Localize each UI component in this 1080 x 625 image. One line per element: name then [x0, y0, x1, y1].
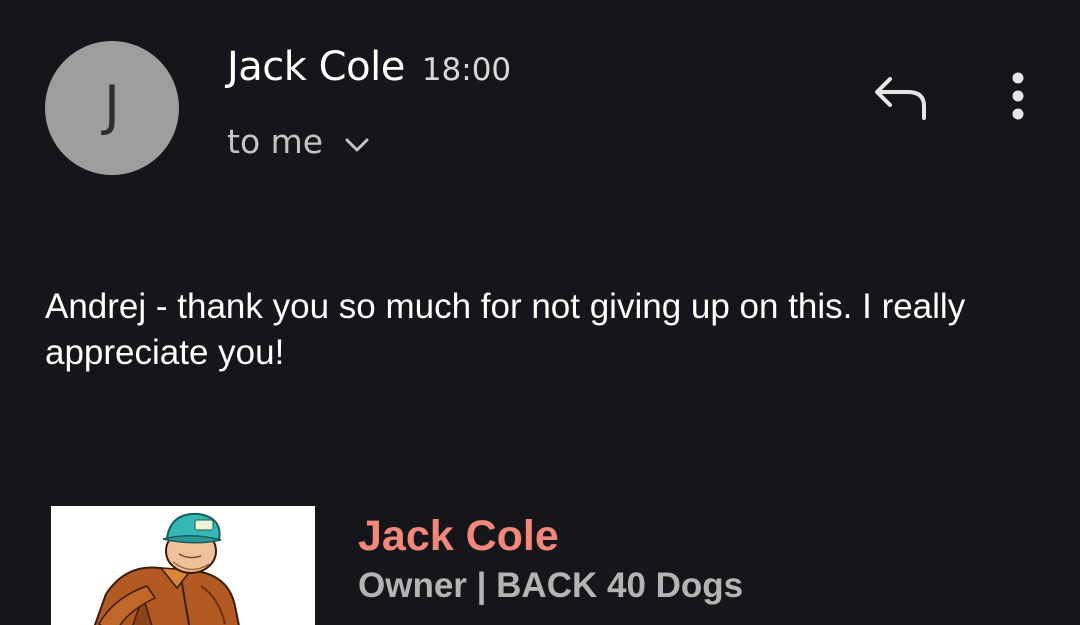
sender-name[interactable]: Jack Cole [227, 44, 405, 90]
signature-image [51, 506, 315, 625]
message-time: 18:00 [421, 52, 512, 88]
more-options-button[interactable] [996, 70, 1040, 126]
sender-row: Jack Cole 18:00 [227, 44, 511, 90]
message-body: Andrej - thank you so much for not givin… [45, 287, 966, 372]
cartoon-man-with-cap [51, 506, 315, 625]
email-message-view: J Jack Cole 18:00 to me Andrej - thank y… [0, 0, 1080, 625]
more-vert-icon [1010, 71, 1026, 126]
avatar-initial: J [104, 74, 120, 137]
recipient-label: to me [227, 122, 324, 161]
signature-name: Jack Cole [358, 512, 559, 560]
reply-button[interactable] [868, 72, 932, 126]
sender-avatar[interactable]: J [45, 41, 179, 175]
signature-title: Owner | BACK 40 Dogs [358, 566, 744, 605]
reply-icon [870, 73, 930, 126]
recipient-details-toggle[interactable]: to me [227, 122, 371, 161]
chevron-down-icon[interactable] [343, 135, 371, 155]
